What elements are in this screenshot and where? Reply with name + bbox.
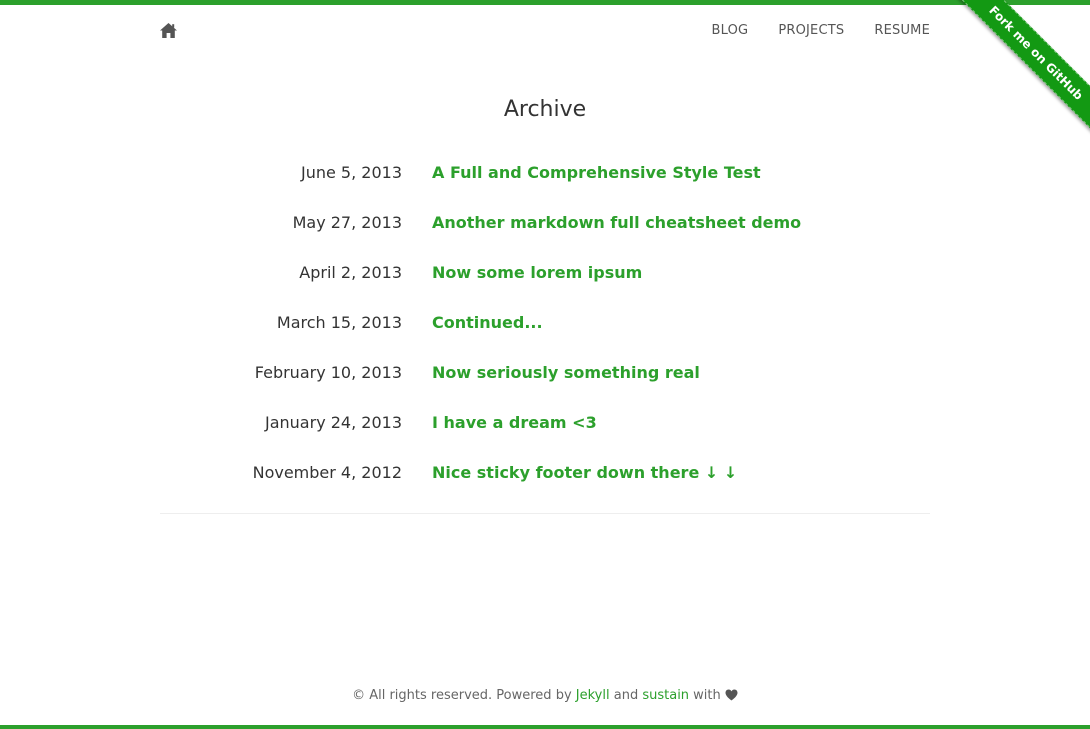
archive-item: May 27, 2013 Another markdown full cheat… [0,208,1090,258]
nav-item-projects[interactable]: PROJECTS [778,22,844,40]
archive-list: June 5, 2013 A Full and Comprehensive St… [0,158,1090,508]
archive-date: February 10, 2013 [254,363,402,382]
archive-date: November 4, 2012 [252,463,402,482]
archive-date: January 24, 2013 [265,413,402,432]
archive-post-link[interactable]: Another markdown full cheatsheet demo [432,212,801,234]
footer-prefix: © All rights reserved. Powered by [352,688,576,703]
heart-icon [725,688,738,701]
archive-date: May 27, 2013 [292,213,402,232]
bottom-accent-bar [0,725,1090,729]
archive-post-link[interactable]: Now seriously something real [432,362,700,384]
main-nav: BLOG PROJECTS RESUME [712,22,931,40]
archive-date: June 5, 2013 [301,163,402,182]
archive-date: March 15, 2013 [276,313,402,332]
footer-with: with [689,688,725,703]
archive-post-link[interactable]: Nice sticky footer down there ↓ ↓ [432,462,737,484]
archive-item: January 24, 2013 I have a dream <3 [0,408,1090,458]
archive-post-link[interactable]: Continued... [432,312,543,334]
home-icon[interactable] [160,23,177,38]
top-accent-bar [0,0,1090,5]
page-title: Archive [503,97,587,122]
archive-item: April 2, 2013 Now some lorem ipsum [0,258,1090,308]
nav-item-resume[interactable]: RESUME [874,22,930,40]
nav-item-blog[interactable]: BLOG [712,22,749,40]
archive-item: February 10, 2013 Now seriously somethin… [0,358,1090,408]
archive-item: June 5, 2013 A Full and Comprehensive St… [0,158,1090,208]
content-divider [160,513,930,514]
archive-post-link[interactable]: I have a dream <3 [432,412,597,434]
home-icon-svg [160,23,177,38]
archive-item: November 4, 2012 Nice sticky footer down… [0,458,1090,508]
footer-and: and [609,688,643,703]
sustain-link[interactable]: sustain [642,688,689,703]
archive-date: April 2, 2013 [299,263,402,282]
archive-post-link[interactable]: A Full and Comprehensive Style Test [432,162,761,184]
archive-item: March 15, 2013 Continued... [0,308,1090,358]
site-footer: © All rights reserved. Powered by Jekyll… [0,686,1090,706]
archive-post-link[interactable]: Now some lorem ipsum [432,262,642,284]
jekyll-link[interactable]: Jekyll [576,688,610,703]
